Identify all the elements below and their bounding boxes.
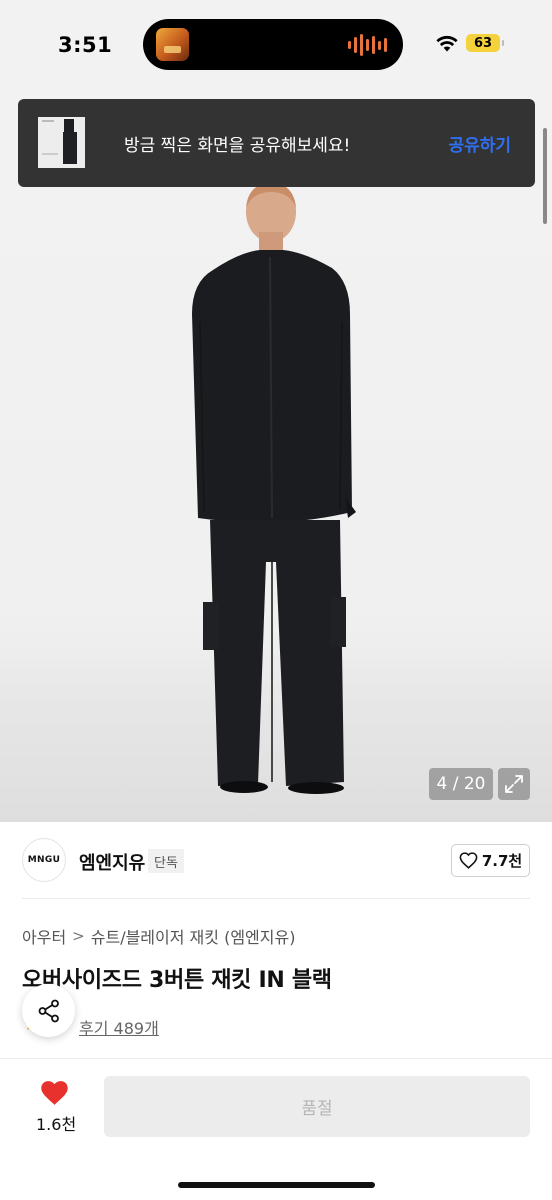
screenshot-share-toast: 방금 찍은 화면을 공유해보세요! 공유하기 <box>18 99 535 187</box>
breadcrumb: 아우터 > 슈트/블레이저 재킷 (엠엔지유) <box>22 924 295 948</box>
brand-name[interactable]: 엠엔지유 <box>79 849 145 875</box>
image-counter: 4 / 20 <box>429 768 493 800</box>
breadcrumb-separator: > <box>72 927 85 945</box>
product-image[interactable] <box>0 92 552 822</box>
share-button[interactable] <box>22 984 75 1037</box>
breadcrumb-subcategory[interactable]: 슈트/블레이저 재킷 (엠엔지유) <box>91 924 296 948</box>
heart-filled-icon <box>41 1081 68 1105</box>
expand-icon <box>505 775 523 793</box>
model-photo <box>192 182 356 794</box>
product-title: 오버사이즈드 3버튼 재킷 IN 블랙 <box>22 968 332 993</box>
sold-out-button[interactable]: 품절 <box>104 1076 530 1137</box>
brand-like-count: 7.7천 <box>481 852 523 870</box>
page-scrollbar[interactable] <box>543 128 547 224</box>
battery-indicator: 63 <box>466 34 504 52</box>
toast-message: 방금 찍은 화면을 공유해보세요! <box>124 136 351 156</box>
wifi-icon <box>436 35 458 51</box>
toast-share-button[interactable]: 공유하기 <box>448 131 511 156</box>
audio-waveform-icon <box>348 33 387 57</box>
breadcrumb-category[interactable]: 아우터 <box>22 924 66 948</box>
status-indicators: 63 <box>436 34 504 52</box>
dynamic-island[interactable] <box>143 19 403 70</box>
status-time: 3:51 <box>58 33 113 57</box>
heart-outline-icon <box>459 852 478 869</box>
share-icon <box>38 999 59 1022</box>
wishlist-count: 1.6천 <box>36 1115 77 1134</box>
screenshot-thumbnail <box>38 117 85 168</box>
review-link[interactable]: 후기 489개 <box>79 1015 159 1039</box>
home-indicator[interactable] <box>178 1182 375 1188</box>
expand-image-button[interactable] <box>498 768 530 800</box>
status-bar: 3:51 63 <box>0 0 552 92</box>
exclusive-badge: 단독 <box>148 849 184 873</box>
wishlist-button[interactable] <box>40 1080 69 1110</box>
now-playing-artwork <box>156 28 189 61</box>
divider <box>22 898 530 899</box>
brand-logo[interactable]: MNGU <box>22 838 66 882</box>
brand-like-button[interactable]: 7.7천 <box>451 844 530 877</box>
section-divider <box>0 1058 552 1059</box>
